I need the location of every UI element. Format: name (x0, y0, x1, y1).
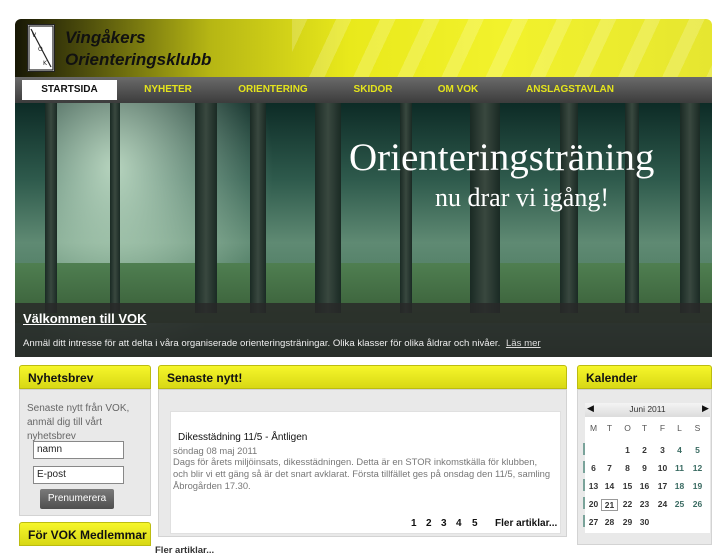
calendar-day[interactable]: 23 (636, 499, 653, 509)
nav-orientering[interactable]: ORIENTERING (223, 77, 323, 103)
calendar-weekday: O (624, 423, 631, 433)
calendar-weekday: S (694, 423, 701, 433)
calendar-header: ◀ Juni 2011 ▶ (585, 403, 710, 417)
site-title[interactable]: Vingåkers Orienteringsklubb (65, 27, 211, 71)
calendar-day[interactable]: 5 (689, 445, 706, 455)
news-heading: Senaste nytt! (158, 365, 567, 389)
header-decoration (292, 19, 712, 77)
hero-banner: Orienteringsträning nu drar vi igång! Vä… (15, 103, 712, 357)
name-input[interactable]: namn (33, 441, 124, 459)
nav-nyheter[interactable]: NYHETER (130, 77, 206, 103)
page-link-3[interactable]: 3 (441, 518, 447, 529)
more-articles-bottom-link[interactable]: Fler artiklar... (155, 545, 214, 556)
site-title-line1: Vingåkers (65, 28, 146, 47)
calendar-day[interactable]: 2 (636, 445, 653, 455)
site-header: V O K Vingåkers Orienteringsklubb (15, 19, 712, 77)
hero-tree (315, 103, 341, 313)
calendar-day[interactable]: 14 (601, 481, 618, 491)
page-link-2[interactable]: 2 (426, 518, 432, 529)
nav-skidor[interactable]: SKIDOR (343, 77, 403, 103)
page: V O K Vingåkers Orienteringsklubb STARTS… (15, 19, 712, 556)
hero-tree (250, 103, 266, 313)
page-link-1[interactable]: 1 (411, 518, 417, 529)
calendar-day[interactable]: 25 (671, 499, 688, 509)
page-link-4[interactable]: 4 (456, 518, 462, 529)
calendar-day[interactable]: 16 (636, 481, 653, 491)
hero-subtitle: nu drar vi igång! (435, 183, 610, 212)
newsletter-text-line: anmäl dig till vårt (27, 417, 103, 428)
club-logo[interactable]: V O K (27, 24, 55, 72)
hero-tree (680, 103, 700, 313)
calendar-day[interactable]: 21 (601, 499, 618, 511)
caption-text: Anmäl ditt intresse för att delta i våra… (23, 338, 541, 349)
calendar-day[interactable]: 24 (654, 499, 671, 509)
calendar-heading: Kalender (577, 365, 712, 389)
calendar-day[interactable]: 30 (636, 517, 653, 527)
calendar-day[interactable]: 27 (585, 517, 602, 527)
hero-title: Orienteringsträning (349, 136, 655, 179)
read-more-link[interactable]: Läs mer (506, 338, 541, 349)
hero-tree (110, 103, 120, 313)
newsletter-text-line: Senaste nytt från VOK, (27, 403, 130, 414)
members-heading[interactable]: För VOK Medlemmar (19, 522, 151, 546)
news-item-body: Dags för årets miljöinsats, dikesstädnin… (173, 456, 551, 491)
calendar-month: Juni 2011 (629, 404, 666, 414)
email-input[interactable]: E-post (33, 466, 124, 484)
calendar-day[interactable]: 28 (601, 517, 618, 527)
calendar-day[interactable]: 8 (619, 463, 636, 473)
calendar-day[interactable]: 1 (619, 445, 636, 455)
calendar-day[interactable]: 29 (619, 517, 636, 527)
calendar-day[interactable]: 17 (654, 481, 671, 491)
site-title-line2: Orienteringsklubb (65, 50, 212, 69)
newsletter-text: Senaste nytt från VOK, anmäl dig till vå… (27, 402, 129, 444)
calendar-day[interactable]: 10 (654, 463, 671, 473)
calendar-day[interactable]: 7 (601, 463, 618, 473)
calendar-day[interactable]: 13 (585, 481, 602, 491)
calendar-day[interactable]: 19 (689, 481, 706, 491)
news-item-title[interactable]: Dikesstädning 11/5 - Åntligen (178, 432, 307, 443)
hero-tree (45, 103, 57, 313)
calendar-weekday: L (677, 423, 682, 433)
nav-startsida[interactable]: STARTSIDA (22, 80, 117, 100)
calendar-day[interactable]: 26 (689, 499, 706, 509)
calendar-day[interactable]: 22 (619, 499, 636, 509)
calendar-day[interactable]: 11 (671, 463, 688, 473)
news-item-date: söndag 08 maj 2011 (173, 445, 258, 456)
hero-caption: Välkommen till VOK Anmäl ditt intresse f… (15, 303, 712, 357)
page-link-5[interactable]: 5 (472, 518, 478, 529)
calendar-week-marker (583, 443, 585, 455)
calendar-widget: ◀ Juni 2011 ▶ M T O T F L S 1 2 3 4 5 6 7 8 9 10 11 12 13 14… (583, 403, 710, 533)
calendar-day[interactable]: 20 (585, 499, 602, 509)
more-articles-link[interactable]: Fler artiklar... (495, 518, 557, 529)
calendar-day[interactable]: 18 (671, 481, 688, 491)
caption-body: Anmäl ditt intresse för att delta i våra… (23, 338, 501, 349)
svg-text:O: O (38, 46, 43, 53)
next-month-icon[interactable]: ▶ (702, 404, 709, 414)
calendar-day[interactable]: 3 (654, 445, 671, 455)
calendar-day[interactable]: 6 (585, 463, 602, 473)
calendar-weekday: T (641, 423, 648, 433)
nav-om-vok[interactable]: OM VOK (425, 77, 491, 103)
calendar-weekday: T (606, 423, 613, 433)
calendar-weekday: F (659, 423, 666, 433)
calendar-day[interactable]: 12 (689, 463, 706, 473)
calendar-day[interactable]: 9 (636, 463, 653, 473)
caption-title-link[interactable]: Välkommen till VOK (23, 311, 147, 326)
calendar-day[interactable]: 4 (671, 445, 688, 455)
hero-tree (195, 103, 217, 313)
calendar-weekday: M (589, 423, 598, 433)
calendar-day[interactable]: 15 (619, 481, 636, 491)
newsletter-heading: Nyhetsbrev (19, 365, 151, 389)
main-nav: STARTSIDA NYHETER ORIENTERING SKIDOR OM … (15, 77, 712, 103)
nav-anslagstavlan[interactable]: ANSLAGSTAVLAN (515, 77, 625, 103)
subscribe-button[interactable]: Prenumerera (40, 489, 114, 509)
